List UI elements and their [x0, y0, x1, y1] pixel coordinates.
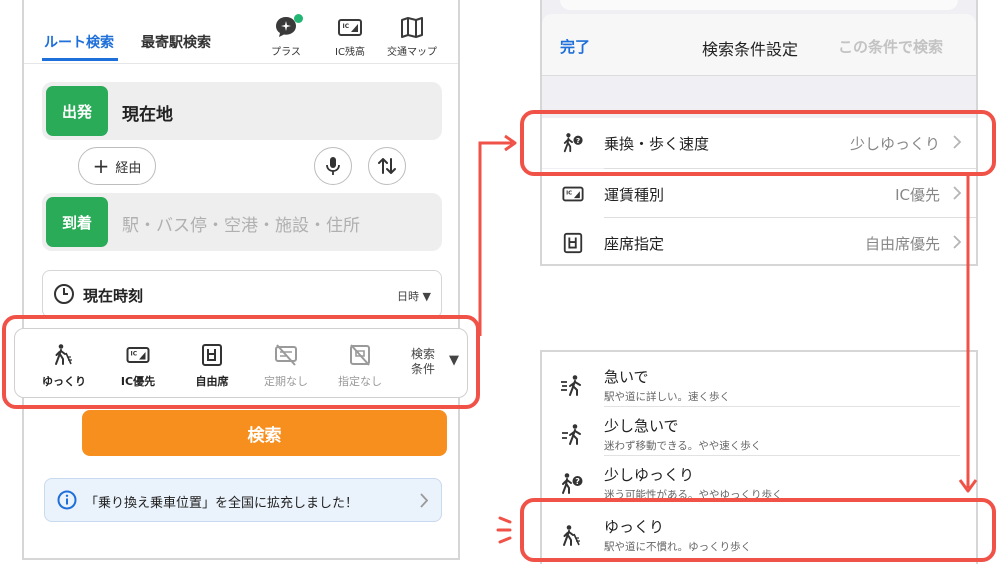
connector-arrows	[478, 134, 978, 544]
screenshot-root: ルート検索 最寄駅検索 プラス IC IC残高 交通マップ 出発 現在地 + 経…	[0, 0, 1000, 564]
